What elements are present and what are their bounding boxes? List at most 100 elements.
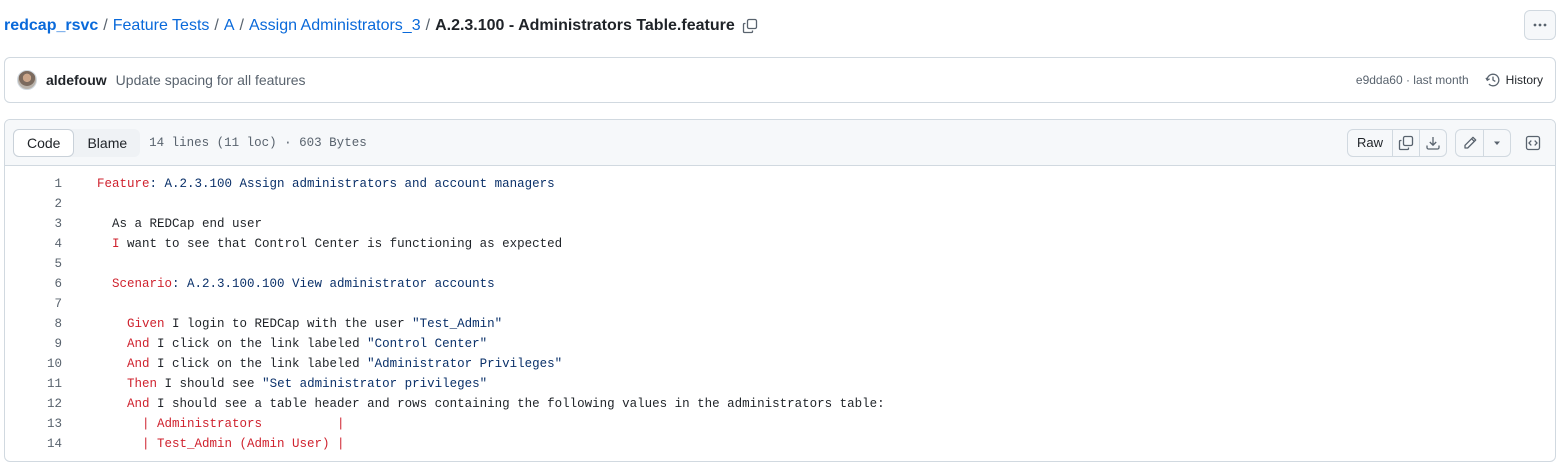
raw-actions-group: Raw <box>1346 128 1447 157</box>
code-keyword: I <box>112 237 120 251</box>
code-line: 7 <box>5 294 1555 314</box>
breadcrumb-separator: / <box>214 17 219 34</box>
file-stats: 14 lines (11 loc) · 603 Bytes <box>149 135 367 150</box>
pencil-icon <box>1463 136 1476 149</box>
kebab-horizontal-icon <box>1533 23 1547 27</box>
line-number[interactable]: 13 <box>5 417 62 431</box>
line-number[interactable]: 4 <box>5 237 62 251</box>
code-line: 2 <box>5 194 1555 214</box>
code-text: I login to REDCap with the user <box>164 317 413 331</box>
code-line: 6 Scenario: A.2.3.100.100 View administr… <box>5 274 1555 294</box>
line-content: I want to see that Control Center is fun… <box>62 237 562 251</box>
code-string: : A.2.3.100.100 View administrator accou… <box>172 277 495 291</box>
download-button[interactable] <box>1419 129 1446 156</box>
commit-author[interactable]: aldefouw <box>46 72 107 88</box>
history-icon <box>1485 73 1500 87</box>
breadcrumb-repo-link[interactable]: redcap_rsvc <box>4 17 98 35</box>
edit-dropdown-button[interactable] <box>1483 129 1510 156</box>
code-string: "Control Center" <box>367 337 488 351</box>
line-content: As a REDCap end user <box>62 217 262 231</box>
line-number[interactable]: 7 <box>5 297 62 311</box>
commit-info: e9dda60 · last month History <box>1356 72 1543 88</box>
breadcrumb-link-feature-tests[interactable]: Feature Tests <box>113 17 210 35</box>
code-keyword: Given <box>127 317 165 331</box>
code-text: As a REDCap end user <box>97 217 263 231</box>
code-text: I should see a table header and rows con… <box>149 397 885 411</box>
commit-sha-and-date[interactable]: e9dda60 · last month <box>1356 73 1469 87</box>
history-label: History <box>1505 73 1543 87</box>
code-table-cell: | Administrators | <box>142 417 345 431</box>
line-number[interactable]: 5 <box>5 257 62 271</box>
code-keyword: And <box>127 397 150 411</box>
edit-file-button[interactable] <box>1456 130 1483 156</box>
line-number[interactable]: 1 <box>5 177 62 191</box>
line-number[interactable]: 6 <box>5 277 62 291</box>
breadcrumb-current-file: A.2.3.100 - Administrators Table.feature <box>435 17 735 34</box>
file-viewer: Code Blame 14 lines (11 loc) · 603 Bytes… <box>4 119 1556 462</box>
code-text: I should see <box>157 377 263 391</box>
copy-raw-button[interactable] <box>1392 129 1419 156</box>
view-toggle: Code Blame <box>13 128 141 157</box>
tab-blame[interactable]: Blame <box>74 129 140 157</box>
line-content: And I click on the link labeled "Control… <box>62 337 487 351</box>
avatar[interactable] <box>17 70 37 90</box>
tab-code[interactable]: Code <box>13 128 75 157</box>
latest-commit-bar: aldefouw Update spacing for all features… <box>4 57 1556 103</box>
line-content: And I should see a table header and rows… <box>62 397 885 411</box>
breadcrumb-link-a[interactable]: A <box>224 17 235 35</box>
more-options-button[interactable] <box>1524 10 1556 40</box>
raw-button[interactable]: Raw <box>1348 130 1392 156</box>
commit-message[interactable]: Update spacing for all features <box>116 72 306 88</box>
symbols-panel-button[interactable] <box>1519 129 1547 157</box>
file-actions: Raw <box>1346 128 1547 157</box>
triangle-down-icon <box>1494 141 1500 145</box>
download-icon <box>1426 136 1440 150</box>
code-text: I click on the link labeled <box>149 337 368 351</box>
breadcrumb-separator: / <box>103 17 108 34</box>
code-table-cell: | Test_Admin (Admin User) | <box>142 437 345 451</box>
line-content: Then I should see "Set administrator pri… <box>62 377 487 391</box>
line-number[interactable]: 2 <box>5 197 62 211</box>
breadcrumb-link-assign-administrators[interactable]: Assign Administrators_3 <box>249 17 421 35</box>
code-line: 8 Given I login to REDCap with the user … <box>5 314 1555 334</box>
line-content: | Test_Admin (Admin User) | <box>62 437 345 451</box>
line-content: Given I login to REDCap with the user "T… <box>62 317 502 331</box>
line-number[interactable]: 8 <box>5 317 62 331</box>
code-string: : A.2.3.100 Assign administrators and ac… <box>149 177 555 191</box>
code-line: 13 | Administrators | <box>5 414 1555 434</box>
code-string: "Test_Admin" <box>412 317 503 331</box>
code-line: 4 I want to see that Control Center is f… <box>5 234 1555 254</box>
line-number[interactable]: 12 <box>5 397 62 411</box>
breadcrumb-separator: / <box>239 17 244 34</box>
code-keyword: Scenario <box>112 277 173 291</box>
code-keyword: Feature <box>97 177 150 191</box>
line-number[interactable]: 3 <box>5 217 62 231</box>
copy-path-button[interactable] <box>741 17 759 35</box>
code-line: 1 Feature: A.2.3.100 Assign administrator… <box>5 174 1555 194</box>
code-view: 1 Feature: A.2.3.100 Assign administrator… <box>5 166 1555 454</box>
line-content: And I click on the link labeled "Adminis… <box>62 357 562 371</box>
code-keyword: And <box>127 337 150 351</box>
edit-actions-group <box>1455 128 1511 157</box>
code-keyword: Then <box>127 377 158 391</box>
breadcrumb-separator: / <box>425 17 431 34</box>
history-button[interactable]: History <box>1485 72 1543 88</box>
line-content: Feature: A.2.3.100 Assign administrators… <box>62 177 555 191</box>
code-line: 10 And I click on the link labeled "Admi… <box>5 354 1555 374</box>
code-line: 3 As a REDCap end user <box>5 214 1555 234</box>
line-number[interactable]: 14 <box>5 437 62 451</box>
line-number[interactable]: 10 <box>5 357 62 371</box>
line-number[interactable]: 11 <box>5 377 62 391</box>
code-keyword: And <box>127 357 150 371</box>
copy-icon <box>742 18 757 34</box>
line-number[interactable]: 9 <box>5 337 62 351</box>
breadcrumb: redcap_rsvc / Feature Tests / A / Assign… <box>4 14 759 38</box>
code-line: 9 And I click on the link labeled "Contr… <box>5 334 1555 354</box>
